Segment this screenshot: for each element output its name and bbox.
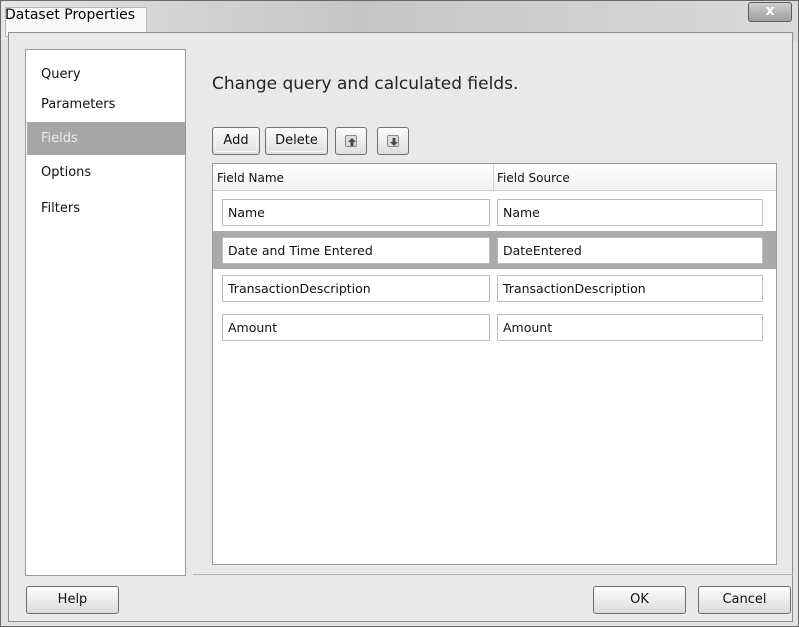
table-row[interactable]: Amount Amount bbox=[213, 308, 776, 346]
field-source-input[interactable]: DateEntered bbox=[497, 237, 763, 264]
column-header-field-name[interactable]: Field Name bbox=[217, 171, 284, 185]
table-row[interactable]: TransactionDescription TransactionDescri… bbox=[213, 269, 776, 307]
dialog-window: Dataset Properties x Query Parameters Fi… bbox=[0, 0, 799, 627]
help-button[interactable]: Help bbox=[26, 586, 119, 614]
close-icon: x bbox=[765, 3, 775, 19]
field-source-input[interactable]: TransactionDescription bbox=[497, 275, 763, 302]
field-source-input[interactable]: Amount bbox=[497, 314, 763, 341]
footer-divider bbox=[193, 574, 793, 575]
sidebar-item-label: Options bbox=[41, 165, 92, 180]
ok-button[interactable]: OK bbox=[593, 586, 686, 614]
sidebar-item-fields[interactable]: Fields bbox=[27, 122, 185, 155]
column-header-field-source[interactable]: Field Source bbox=[497, 171, 570, 185]
sidebar-item-label: Query bbox=[41, 67, 81, 82]
table-row[interactable]: Name Name bbox=[213, 193, 776, 231]
field-source-input[interactable]: Name bbox=[497, 199, 763, 226]
sidebar-item-label: Parameters bbox=[41, 97, 116, 112]
sidebar-item-label: Fields bbox=[41, 131, 78, 146]
sidebar-nav: Query Parameters Fields Options Filters bbox=[25, 49, 186, 576]
table-row-selected[interactable]: Date and Time Entered DateEntered bbox=[213, 231, 776, 269]
field-name-input[interactable]: Date and Time Entered bbox=[222, 237, 490, 264]
sidebar-item-options[interactable]: Options bbox=[27, 156, 185, 189]
field-name-input[interactable]: Amount bbox=[222, 314, 490, 341]
move-down-button[interactable] bbox=[377, 127, 409, 155]
add-button[interactable]: Add bbox=[212, 127, 260, 155]
add-button-label: Add bbox=[223, 133, 249, 148]
move-up-button[interactable] bbox=[335, 127, 367, 155]
window-title: Dataset Properties bbox=[5, 7, 136, 23]
page-title: Change query and calculated fields. bbox=[212, 74, 519, 94]
sidebar-item-query[interactable]: Query bbox=[27, 58, 185, 91]
delete-button[interactable]: Delete bbox=[265, 127, 328, 155]
arrow-up-icon bbox=[345, 135, 357, 147]
column-divider[interactable] bbox=[493, 164, 494, 190]
field-name-input[interactable]: TransactionDescription bbox=[222, 275, 490, 302]
fields-grid: Field Name Field Source Name Name Date a… bbox=[212, 163, 777, 565]
delete-button-label: Delete bbox=[275, 133, 318, 148]
field-name-input[interactable]: Name bbox=[222, 199, 490, 226]
cancel-button[interactable]: Cancel bbox=[698, 586, 791, 614]
sidebar-item-parameters[interactable]: Parameters bbox=[27, 88, 185, 121]
sidebar-item-label: Filters bbox=[41, 201, 80, 216]
grid-header: Field Name Field Source bbox=[213, 164, 776, 191]
close-button[interactable]: x bbox=[748, 2, 792, 22]
sidebar-item-filters[interactable]: Filters bbox=[27, 192, 185, 225]
arrow-down-icon bbox=[387, 135, 399, 147]
